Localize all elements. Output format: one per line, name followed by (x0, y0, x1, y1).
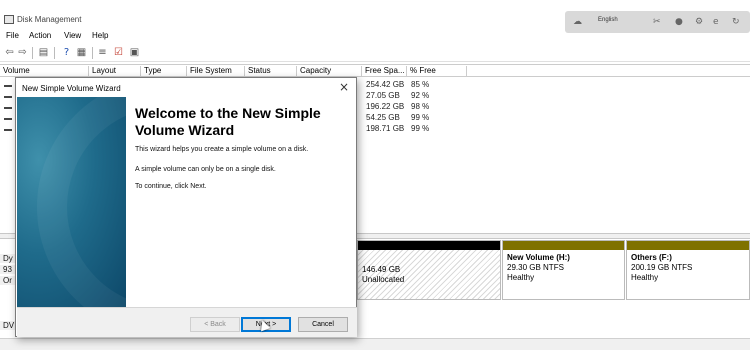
wizard-heading: Welcome to the New Simple Volume Wizard (135, 105, 321, 138)
partition-status: Unallocated (362, 275, 405, 284)
wizard-note: A simple volume can only be on a single … (135, 166, 276, 173)
checklist-icon[interactable]: ☑ (112, 47, 125, 59)
percent-free-value: 85 % (411, 80, 430, 89)
free-space-value: 54.25 GB (366, 113, 400, 122)
drive-icon (4, 96, 12, 98)
drive-icon (4, 129, 12, 131)
help-icon[interactable]: ? (60, 47, 73, 59)
column-layout[interactable]: Layout (89, 66, 141, 77)
back-arrow-icon[interactable]: ⇦ (3, 47, 16, 59)
percent-free-value: 99 % (411, 113, 430, 122)
window-title: Disk Management (17, 15, 82, 24)
new-simple-volume-wizard: New Simple Volume Wizard × Welcome to th… (15, 77, 357, 337)
forward-arrow-icon[interactable]: ⇨ (16, 47, 29, 59)
settings-icon[interactable]: ▣ (128, 47, 141, 59)
partition-bar (358, 241, 500, 250)
partition-bar (627, 241, 749, 250)
column-capacity[interactable]: Capacity (297, 66, 362, 77)
back-button[interactable]: < Back (190, 317, 240, 332)
drive-icon (4, 85, 12, 87)
top-band (0, 0, 750, 10)
free-space-value: 27.05 GB (366, 91, 400, 100)
partition-size: 29.30 GB NTFS (507, 263, 564, 272)
menu-help[interactable]: Help (92, 31, 108, 40)
toolbar-separator (32, 47, 33, 59)
menu-action[interactable]: Action (29, 31, 51, 40)
partition-name: New Volume (H:) (507, 253, 570, 262)
partition-status: Healthy (507, 273, 535, 282)
column-free-space[interactable]: Free Spa... (362, 66, 407, 77)
cancel-button[interactable]: Cancel (298, 317, 348, 332)
drive-icon (4, 118, 12, 120)
wizard-side-graphic (17, 77, 297, 337)
pin-icon[interactable]: ✂ (653, 17, 661, 27)
partition-bar (503, 241, 624, 250)
column-volume[interactable]: Volume (0, 66, 89, 77)
partition-status: Healthy (631, 273, 659, 282)
column-type[interactable]: Type (141, 66, 187, 77)
browser-icon[interactable]: e (713, 17, 719, 27)
circle-icon[interactable]: ● (675, 17, 683, 27)
menu-file[interactable]: File (6, 31, 19, 40)
partition-new-volume-h[interactable]: New Volume (H:) 29.30 GB NTFS Healthy (502, 240, 625, 300)
wizard-description: This wizard helps you create a simple vo… (135, 146, 309, 153)
column-status[interactable]: Status (245, 66, 297, 77)
partition-unallocated[interactable]: 146.49 GB Unallocated (357, 240, 501, 300)
partition-others-f[interactable]: Others (F:) 200.19 GB NTFS Healthy (626, 240, 750, 300)
toolbar: ⇦ ⇨ ▤ ? ▦ ≡ ☑ ▣ (0, 44, 750, 62)
partition-size: 200.19 GB NTFS (631, 263, 693, 272)
rescan-icon[interactable]: ≡ (96, 47, 109, 59)
toolbar-separator (92, 47, 93, 59)
column-percent-free[interactable]: % Free (407, 66, 467, 77)
free-space-value: 198.71 GB (366, 124, 405, 133)
disk-management-icon (4, 15, 14, 24)
partition-size: 146.49 GB (362, 265, 401, 274)
volume-column-header: Volume Layout Type File System Status Ca… (0, 64, 750, 77)
toolbar-separator (54, 47, 55, 59)
wizard-instruction: To continue, click Next. (135, 183, 207, 190)
language-indicator[interactable]: English (598, 17, 618, 23)
properties-icon[interactable]: ▦ (75, 47, 88, 59)
gear-icon[interactable]: ⚙ (695, 17, 703, 27)
close-icon[interactable]: × (339, 80, 349, 94)
menu-bar: File Action View Help (0, 30, 750, 44)
free-space-value: 254.42 GB (366, 80, 405, 89)
menu-view[interactable]: View (64, 31, 81, 40)
status-bar (0, 338, 750, 350)
percent-free-value: 99 % (411, 124, 430, 133)
refresh-icon[interactable]: ↻ (732, 17, 740, 27)
drive-icon (4, 107, 12, 109)
column-file-system[interactable]: File System (187, 66, 245, 77)
percent-free-value: 92 % (411, 91, 430, 100)
partition-name: Others (F:) (631, 253, 672, 262)
list-view-icon[interactable]: ▤ (37, 47, 50, 59)
cloud-icon[interactable]: ☁ (573, 17, 582, 27)
free-space-value: 196.22 GB (366, 102, 405, 111)
percent-free-value: 98 % (411, 102, 430, 111)
